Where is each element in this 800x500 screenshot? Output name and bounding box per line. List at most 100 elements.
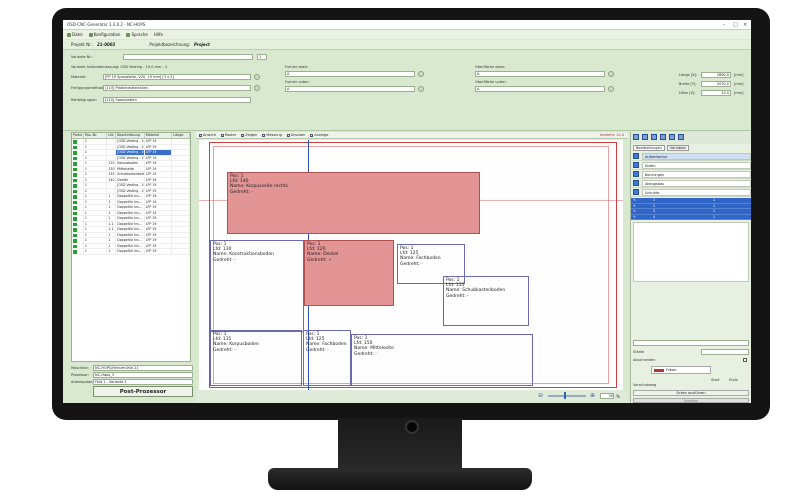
variant-input[interactable] [123,54,253,60]
operation-abzugsbau[interactable]: Abzugsbau [631,179,751,188]
tool-icon[interactable] [633,134,639,140]
maschine-select[interactable]: NC-HOPS/Heinzmühle 21 [93,365,193,371]
zoom-slider[interactable] [548,395,586,397]
status-indicator-icon [73,211,78,215]
operation-row[interactable]: ✎ 4 1 [631,214,751,220]
title-bar: OSD-CNC-Generator 1.3.0.2 - NC-HOPS – □ … [63,20,751,30]
operations-tabs: Bearbeitungen Variablen [631,144,751,152]
col-laenge[interactable]: Länge [172,133,190,138]
status-indicator-icon [73,173,78,177]
abschneiden-checkbox[interactable] [743,358,747,362]
ecken-ausfuehren-button[interactable]: Ecken ausführen [633,390,749,396]
operation-detail-area [633,222,749,282]
oberflaeche-unten-lookup-icon[interactable] [608,86,614,92]
furnier-unten-select[interactable]: A [285,86,415,92]
fertigung-label: Fertigungsmethode: [71,86,107,90]
zoom-out-icon[interactable]: ⊖ [538,392,543,399]
zoom-in-icon[interactable]: ⊕ [590,392,595,399]
canvas-part[interactable]: Pos: 1 Lfd: 120 Name: Deckel Gedreht: ✓ [304,240,394,306]
fertigung-lookup-icon[interactable] [254,85,260,91]
tool-anzeige[interactable]: Anzeige [310,133,328,137]
tool-raster[interactable]: Raster [220,133,236,137]
menu-hilfe[interactable]: Hilfe [154,32,163,37]
status-indicator-icon [73,200,78,204]
operation-aussenkontur[interactable]: Außenkontur [631,152,751,161]
tool-ansicht[interactable]: Ansicht [199,133,216,137]
canvas-toolbar: Ansicht Raster Zeigen Messung Drucken An… [196,132,628,139]
furnier-unten-lookup-icon[interactable] [418,86,424,92]
laenge-input[interactable]: 2890.0 [701,72,731,78]
tool-zeigen[interactable]: Zeigen [241,133,257,137]
col-pomo[interactable]: Pomo [72,133,84,138]
col-lfd[interactable]: Lfd [107,133,117,138]
canvas-part[interactable]: Pos: 1 Lfd: 135 Name: Korpusboden Gedreht: … [210,330,302,386]
tool-drucken[interactable]: Drucken [286,133,305,137]
material-lookup-icon[interactable] [254,74,260,80]
tool-messung[interactable]: Messung [262,133,282,137]
canvas-part[interactable]: Pos: 1 Lfd: 125 Name: Fachboden Gedreht: - [303,330,351,386]
gear-icon [88,32,93,37]
arbeitsplatz-select[interactable]: Feld 1 - Variante 1 [93,379,193,385]
tab-bearbeitungen[interactable]: Bearbeitungen [633,145,665,151]
staerke-label: Stärke [633,350,645,354]
table-row[interactable]: 1 1 Doppeltür Ins... LFP 19 [72,249,190,255]
oberflaeche-oben-select[interactable]: A [475,71,605,77]
close-button[interactable]: × [743,22,747,28]
operations-panel: Bearbeitungen Variablen Außenkontur Nute… [630,132,751,403]
view-icon [199,133,202,137]
status-indicator-icon [73,228,78,232]
staerke-input[interactable] [701,349,749,355]
oberflaeche-oben-lookup-icon[interactable] [608,71,614,77]
menu-datei[interactable]: Datei [67,32,83,37]
project-no: 21-0002 [96,42,116,47]
post-prozessor-button[interactable]: Post-Prozessor [93,386,193,397]
tool-icon[interactable] [660,134,666,140]
breite-input[interactable]: 2070.0 [701,81,731,87]
oberflaeche-oben-label: Oberfläche oben: [475,65,506,69]
vorschub-label: Vorschubweg [633,383,657,387]
col-pos[interactable]: Pos.-Nr. [84,133,108,138]
maximize-button[interactable]: □ [733,22,738,28]
furnier-oben-lookup-icon[interactable] [418,71,424,77]
fertigung-select[interactable]: [110] Plattenmaterialien [103,85,251,91]
operation-icon [633,180,639,186]
operation-nuten[interactable]: Nuten [631,161,751,170]
variant-description: Variante Außenabmessung: OSD Vesting - 1… [71,65,168,69]
menu-sprache[interactable]: Sprache [126,32,148,37]
variant-number[interactable]: 1 [257,54,267,60]
canvas-part[interactable]: Pos: 1 Lfd: 135 Name: Schubkastenboden Gedr… [443,276,529,326]
canvas-status: Gedreht: 10.4 [599,133,624,137]
tool-icon[interactable] [651,134,657,140]
grid-icon [220,133,224,137]
hoehe-input[interactable]: 19.0 [701,90,731,96]
erstellen-button[interactable]: Erstellen [633,398,749,403]
zoom-input[interactable]: 30 [600,393,614,399]
nesting-canvas[interactable]: Pos: 1 Lfd: 140 Name: Korpusseite rechts Ge… [199,140,623,390]
furnier-oben-select[interactable]: A [285,71,415,77]
rohteil-select[interactable]: [110] Spanplatten [103,97,251,103]
minimize-button[interactable]: – [723,22,726,28]
tool-icon[interactable] [678,134,684,140]
tool-icon[interactable] [642,134,648,140]
operation-bohrungen[interactable]: Bohrungen [631,170,751,179]
tool-icon[interactable] [669,134,675,140]
menu-konfiguration[interactable]: Konfiguration [88,32,120,37]
material-select[interactable]: [FP 19 Spanplatte, V20, 19 mm] [3 x 2] [103,74,251,80]
operation-icon [633,189,639,195]
canvas-part[interactable]: Pos: 1 Lfd: 140 Name: Korpusseite rechts Ge… [227,172,480,234]
zoom-slider-thumb[interactable] [564,392,566,399]
tab-variablen[interactable]: Variablen [666,145,690,151]
operation-select[interactable] [633,340,749,346]
operation-rows: ✎ 1 1 ✎ 2 1 ✎ 3 1 ✎ 4 1 [631,198,751,220]
variant-label: Variante Nr.: [71,55,93,59]
operation-schnitte[interactable]: Schnitte [631,188,751,197]
col-beschreibung[interactable]: Beschreibung [116,133,145,138]
project-no-label: Projekt Nr.: [71,42,93,47]
canvas-part[interactable]: Pos: 1 Lfd: 150 Name: Mittelseite Gedreht: … [351,334,533,386]
oberflaeche-unten-select[interactable]: A [475,86,605,92]
project-name-label: Projektbezeichnung: [149,42,191,47]
prozessor-select[interactable]: NC-Hops_3 [93,372,193,378]
canvas-part[interactable]: Pos: 1 Lfd: 130 Name: Konstruktionsboden Ge… [210,240,304,332]
fraeser-select[interactable]: Fräser [651,366,711,374]
col-material[interactable]: Material [145,133,173,138]
